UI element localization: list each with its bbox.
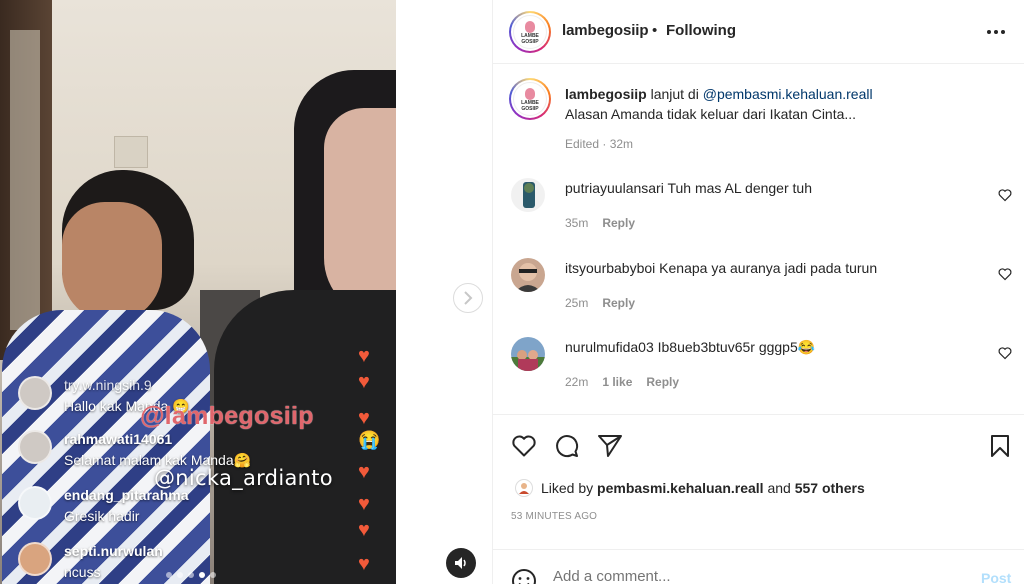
heart-icon: ♥ [358,407,370,429]
caption-mention-link[interactable]: @pembasmi.kehaluan.reall [703,86,873,102]
comment-time: 35m [565,216,589,230]
liked-by-prefix: Liked by [541,480,598,496]
avatar[interactable] [511,258,545,292]
following-button[interactable]: Following [666,22,736,39]
liked-by-user-link[interactable]: pembasmi.kehaluan.reall [597,480,764,496]
avatar[interactable] [511,337,545,371]
comment-like-icon[interactable] [998,267,1012,281]
reply-button[interactable]: Reply [602,216,635,230]
post-comment-button[interactable]: Post [981,570,1011,584]
comment-likes-count[interactable]: 1 like [602,375,632,389]
avatar [18,542,52,576]
next-media-button[interactable] [453,283,483,313]
emoji-icon[interactable] [511,568,537,584]
add-comment-input[interactable] [553,568,933,584]
add-comment-row: Post [493,549,1024,584]
comment-button[interactable] [554,433,580,459]
heart-icon: ♥ [358,519,370,541]
carousel-dot [210,572,216,578]
header-username[interactable]: lambegosiip [562,22,649,39]
heart-icon: ♥ [358,371,370,393]
share-button[interactable] [597,433,623,459]
heart-icon: ♥ [358,345,370,367]
watermark-secondary: @nicka_ardianto [154,466,333,490]
caption-line2: Alasan Amanda tidak keluar dari Ikatan C… [565,106,857,122]
comment-text: Ib8ueb3btuv65r gggp5😂 [653,339,816,355]
comment-username[interactable]: putriayuulansari [565,180,664,196]
header-separator: • [652,22,658,39]
avatar [18,430,52,464]
live-comment-user: rahmawati14061 [64,431,173,447]
liked-by: Liked by pembasmi.kehaluan.reall and 557… [515,479,865,497]
live-comment-user: septi.nurwulan [64,543,163,559]
avatar [18,486,52,520]
post-timestamp[interactable]: 53 MINUTES AGO [511,511,597,522]
more-horizontal-icon [987,30,991,34]
carousel-dot-active [199,572,205,578]
post-media[interactable]: try.w.ningsih.9 Hallo kak Manda 😁 rahmaw… [0,0,396,584]
carousel-dot [188,572,194,578]
caption-username[interactable]: lambegosiip [565,86,647,102]
caption-edited-time: Edited · 32m [565,137,634,151]
comment-username[interactable]: itsyourbabyboi [565,260,655,276]
comment-time: 22m [565,375,589,389]
comment-like-icon[interactable] [998,346,1012,360]
comment-like-icon[interactable] [998,188,1012,202]
liked-by-others-link[interactable]: 557 others [795,480,865,496]
caption-text: lanjut di [646,86,703,102]
comment-text: Kenapa ya auranya jadi pada turun [655,260,878,276]
comment-username[interactable]: nurulmufida03 [565,339,654,355]
caption-avatar[interactable]: LAMBE GOSIIP [509,78,551,120]
heart-icon: ♥ [358,493,370,515]
live-comment: endang_pitarahma Gresik hadir [18,486,188,525]
heart-icon: ♥ [358,553,370,575]
save-button[interactable] [987,433,1013,459]
post-side-panel: LAMBE GOSIIP lambegosiip • Following LAM… [492,0,1024,584]
post-actions: Liked by pembasmi.kehaluan.reall and 557… [493,414,1024,584]
like-button[interactable] [511,433,537,459]
crying-emoji-icon: 😭 [358,430,381,450]
heart-icon: ♥ [358,461,370,483]
watermark-primary: @lambegosiip [140,402,314,430]
speaker-icon [455,557,466,569]
comment-time: 25m [565,296,589,310]
carousel-indicator [166,572,216,578]
chevron-right-icon [464,291,473,305]
live-comment-message: Gresik hadir [64,508,140,524]
avatar[interactable] [515,479,533,497]
mute-button[interactable] [446,548,476,578]
reply-button[interactable]: Reply [602,296,635,310]
more-options-button[interactable] [987,30,1005,34]
post-header: LAMBE GOSIIP lambegosiip • Following [493,0,1024,64]
avatar[interactable] [511,178,545,212]
comment-text: Tuh mas AL denger tuh [663,180,812,196]
live-comment: septi.nurwulan ncuss [18,542,163,581]
live-comment-message: ncuss [64,564,101,580]
logo-text: LAMBE GOSIIP [521,32,539,45]
post-caption: lambegosiip lanjut di @pembasmi.kehaluan… [565,84,1005,124]
instagram-post-view: try.w.ningsih.9 Hallo kak Manda 😁 rahmaw… [0,0,1024,584]
avatar [18,376,52,410]
carousel-dot [177,572,183,578]
carousel-dot [166,572,172,578]
avatar[interactable]: LAMBE GOSIIP [509,11,551,53]
live-comment-user: try.w.ningsih.9 [64,377,152,393]
reply-button[interactable]: Reply [646,375,679,389]
background-light-switch [114,136,148,168]
live-comment: rahmawati14061 Selamat malam kak Manda🤗 [18,430,251,469]
liked-by-middle: and [763,480,795,496]
